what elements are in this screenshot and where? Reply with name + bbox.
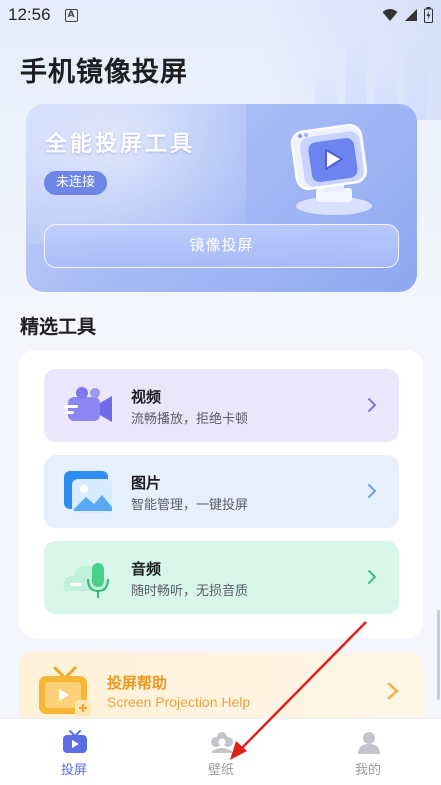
scrollbar-thumb[interactable] (437, 610, 440, 700)
screen-cast-illustration-icon (290, 123, 372, 215)
status-time: 12:56 (8, 5, 51, 24)
tv-help-icon (39, 666, 91, 716)
microphone-icon (63, 563, 109, 598)
chevron-right-icon (368, 398, 377, 412)
help-subtitle: Screen Projection Help (107, 694, 251, 710)
tab-cast[interactable]: 投屏 (24, 719, 124, 785)
section-title-tools: 精选工具 (20, 316, 97, 338)
tab-label: 投屏 (60, 763, 87, 778)
user-profile-icon (358, 732, 380, 754)
mirror-cast-button[interactable]: 镜像投屏 (44, 224, 399, 268)
page-title: 手机镜像投屏 (20, 57, 188, 88)
tool-item-image[interactable]: 图片 智能管理，一键投屏 (44, 455, 399, 528)
flower-wallpaper-icon (211, 732, 233, 753)
tab-profile[interactable]: 我的 (318, 719, 418, 785)
bottom-tab-bar: 投屏 壁纸 我的 (0, 718, 441, 785)
tab-label: 我的 (354, 763, 381, 778)
hero-title: 全能投屏工具 (45, 132, 196, 157)
connection-status-badge: 未连接 (44, 171, 108, 195)
chevron-right-icon (368, 570, 377, 584)
image-picture-icon (64, 471, 112, 513)
tools-panel: 视频 流畅播放，拒绝卡顿 图片 智能管理，一键投屏 音频 随时畅听，无损音质 (19, 350, 423, 638)
tool-desc-audio: 随时畅听，无损音质 (131, 584, 249, 599)
status-bar: 12:56 A (0, 0, 441, 30)
battery-icon (424, 7, 433, 23)
tool-name-image: 图片 (131, 474, 162, 492)
signal-icon (405, 9, 417, 21)
chevron-right-icon (387, 682, 399, 700)
tv-cast-icon (63, 730, 87, 753)
tab-label: 壁纸 (207, 763, 234, 778)
tool-item-video[interactable]: 视频 流畅播放，拒绝卡顿 (44, 369, 399, 442)
hero-card: 全能投屏工具 未连接 镜像投屏 (26, 104, 417, 292)
wifi-icon (382, 9, 398, 21)
tool-name-video: 视频 (131, 388, 162, 406)
tool-name-audio: 音频 (131, 560, 162, 578)
notification-icon: A (64, 8, 78, 22)
video-camera-icon (64, 387, 112, 422)
tool-desc-video: 流畅播放，拒绝卡顿 (131, 412, 249, 427)
tool-desc-image: 智能管理，一键投屏 (131, 498, 249, 513)
tool-item-audio[interactable]: 音频 随时畅听，无损音质 (44, 541, 399, 614)
help-title: 投屏帮助 (107, 674, 168, 692)
tab-wallpaper[interactable]: 壁纸 (171, 719, 271, 785)
chevron-right-icon (368, 484, 377, 498)
